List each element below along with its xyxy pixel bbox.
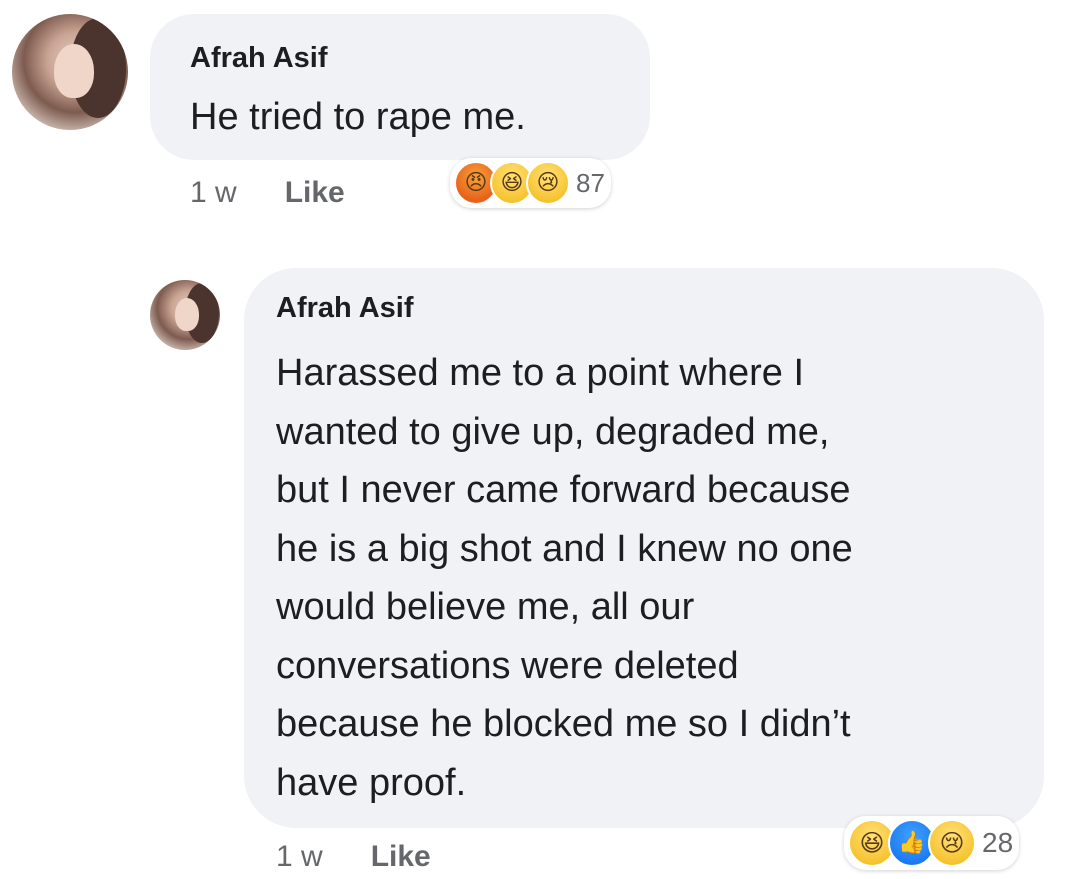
comment-meta: 1 w Like bbox=[276, 840, 431, 874]
sad-reaction-icon: 😢 bbox=[526, 161, 570, 205]
comment-1: Afrah Asif He tried to rape me. 1 w Like … bbox=[0, 0, 1080, 230]
comment-meta: 1 w Like bbox=[190, 176, 345, 210]
like-button[interactable]: Like bbox=[371, 840, 431, 873]
reaction-count: 87 bbox=[576, 167, 605, 198]
reactions-summary[interactable]: 😠 😆 😢 87 bbox=[450, 158, 611, 208]
avatar[interactable] bbox=[150, 280, 220, 350]
reactions-summary[interactable]: 😆 👍 😢 28 bbox=[844, 816, 1020, 870]
like-button[interactable]: Like bbox=[285, 176, 345, 209]
comment-text: Harassed me to a point where I wanted to… bbox=[276, 352, 853, 804]
comment-text: He tried to rape me. bbox=[190, 96, 526, 138]
comment-timestamp[interactable]: 1 w bbox=[190, 176, 237, 209]
avatar[interactable] bbox=[12, 14, 128, 130]
comment-author-name[interactable]: Afrah Asif bbox=[276, 292, 414, 325]
comment-author-name[interactable]: Afrah Asif bbox=[190, 42, 328, 75]
comment-timestamp[interactable]: 1 w bbox=[276, 840, 323, 873]
sad-reaction-icon: 😢 bbox=[928, 819, 976, 867]
comment-2-reply: Afrah Asif Harassed me to a point where … bbox=[0, 240, 1080, 879]
reaction-count: 28 bbox=[982, 827, 1014, 858]
